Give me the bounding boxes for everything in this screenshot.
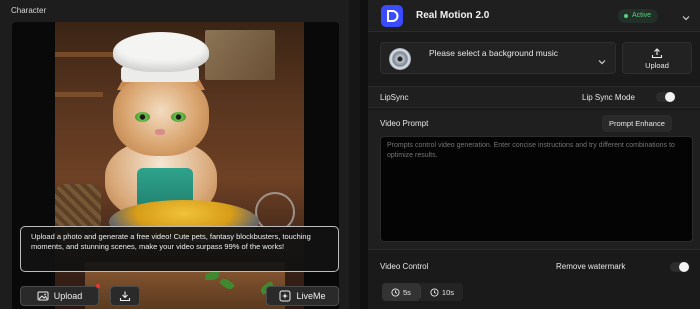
download-button[interactable] — [110, 286, 140, 306]
character-panel: Character Upload a photo and generate a — [0, 0, 349, 309]
lipsync-mode-label: Lip Sync Mode — [582, 93, 635, 102]
video-prompt-input[interactable] — [380, 136, 693, 242]
image-icon — [37, 290, 49, 302]
upload-photo-button[interactable]: Upload — [20, 286, 99, 306]
upload-icon — [651, 47, 663, 59]
lipsync-row: LipSync Lip Sync Mode — [368, 86, 700, 108]
duration-selector: 5s 10s — [382, 283, 464, 301]
clock-icon — [391, 287, 400, 297]
shelf — [55, 52, 115, 57]
video-prompt-label: Video Prompt — [380, 119, 429, 128]
character-title: Character — [11, 6, 47, 15]
notification-dot — [96, 284, 100, 288]
liveme-icon — [279, 290, 291, 302]
chevron-down-icon — [597, 54, 607, 72]
liveme-label: LiveMe — [296, 291, 326, 301]
upload-photo-label: Upload — [53, 291, 83, 301]
lipsync-mode-toggle[interactable] — [656, 92, 676, 102]
download-icon — [119, 290, 131, 302]
background-music-select[interactable]: Please select a background music — [380, 42, 616, 74]
liveme-button[interactable]: LiveMe — [266, 286, 339, 306]
music-upload-label: Upload — [645, 61, 669, 70]
duration-option-5s[interactable]: 5s — [382, 283, 420, 301]
settings-panel: Real Motion 2.0 Active Please select a b… — [368, 0, 700, 309]
lipsync-label: LipSync — [380, 93, 409, 102]
model-logo — [381, 5, 403, 27]
model-selector[interactable]: Real Motion 2.0 Active — [368, 0, 700, 32]
prompt-enhance-button[interactable]: Prompt Enhance — [602, 115, 672, 132]
duration-option-10s[interactable]: 10s — [421, 283, 463, 301]
remove-watermark-label: Remove watermark — [556, 262, 626, 271]
chevron-down-icon — [681, 10, 691, 28]
cat-nose — [155, 129, 165, 135]
music-placeholder: Please select a background music — [429, 48, 558, 58]
remove-watermark-toggle[interactable] — [670, 262, 690, 272]
shelf — [55, 92, 103, 97]
window — [205, 30, 275, 80]
music-disc-icon — [389, 48, 411, 70]
status-badge: Active — [618, 9, 659, 23]
music-upload-button[interactable]: Upload — [622, 42, 692, 74]
panel-divider — [360, 0, 368, 309]
upload-tip: Upload a photo and generate a free video… — [20, 226, 339, 272]
duration-label: 10s — [441, 287, 455, 297]
model-name: Real Motion 2.0 — [416, 10, 490, 21]
video-prompt-section: Video Prompt Prompt Enhance — [368, 110, 700, 250]
cat-head — [113, 74, 209, 156]
duration-label: 5s — [403, 287, 411, 297]
chef-hat — [113, 32, 209, 72]
cat-eye — [135, 112, 150, 122]
cat-eye — [171, 112, 186, 122]
video-control-label: Video Control — [380, 262, 429, 271]
clock-icon — [430, 287, 439, 297]
